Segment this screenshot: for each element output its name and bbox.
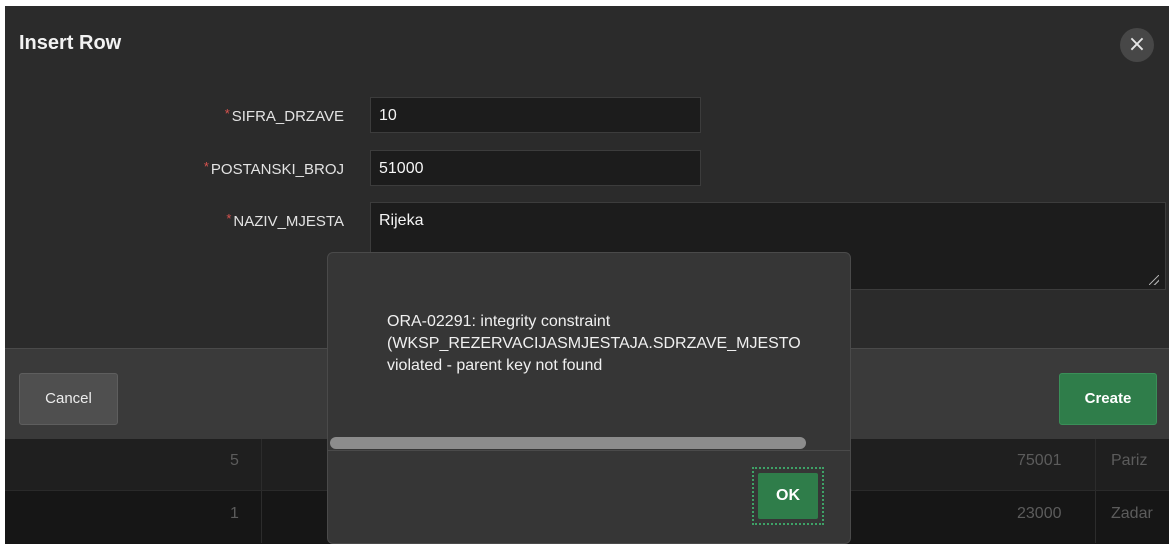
- ok-button[interactable]: OK: [758, 473, 818, 519]
- create-button[interactable]: Create: [1059, 373, 1157, 425]
- grid-cell-code: 23000: [1017, 505, 1062, 522]
- grid-separator: [261, 438, 262, 490]
- grid-cell-name: Zadar: [1111, 505, 1153, 522]
- grid-cell-code: 75001: [1017, 452, 1062, 469]
- sifra-drzave-input[interactable]: 10: [370, 97, 701, 133]
- field-label-sifra-drzave: * SIFRA_DRZAVE: [224, 106, 344, 125]
- error-alert-dialog: ORA-02291: integrity constraint (WKSP_RE…: [327, 252, 851, 544]
- grid-separator: [261, 491, 262, 543]
- grid-cell-name: Pariz: [1111, 452, 1148, 469]
- naziv-mjesta-value: Rijeka: [379, 212, 424, 229]
- cancel-button[interactable]: Cancel: [19, 373, 118, 425]
- required-marker: *: [224, 106, 230, 121]
- grid-separator: [1095, 491, 1096, 543]
- dialog-title: Insert Row: [19, 32, 122, 54]
- horizontal-scrollbar[interactable]: [330, 437, 806, 449]
- grid-separator: [1095, 438, 1096, 490]
- grid-cell-id: 5: [230, 452, 239, 469]
- grid-cell-id: 1: [230, 505, 239, 522]
- error-message: ORA-02291: integrity constraint (WKSP_RE…: [387, 313, 801, 374]
- ok-button-focus-ring: OK: [752, 467, 824, 525]
- required-marker: *: [226, 211, 232, 226]
- required-marker: *: [203, 159, 209, 174]
- resize-handle-icon[interactable]: [1149, 275, 1159, 285]
- alert-divider: [328, 450, 850, 451]
- field-label-naziv-mjesta: * NAZIV_MJESTA: [226, 211, 344, 230]
- close-icon[interactable]: ×: [1120, 28, 1154, 62]
- field-label-postanski-broj: * POSTANSKI_BROJ: [203, 159, 344, 178]
- postanski-broj-input[interactable]: 51000: [370, 150, 701, 186]
